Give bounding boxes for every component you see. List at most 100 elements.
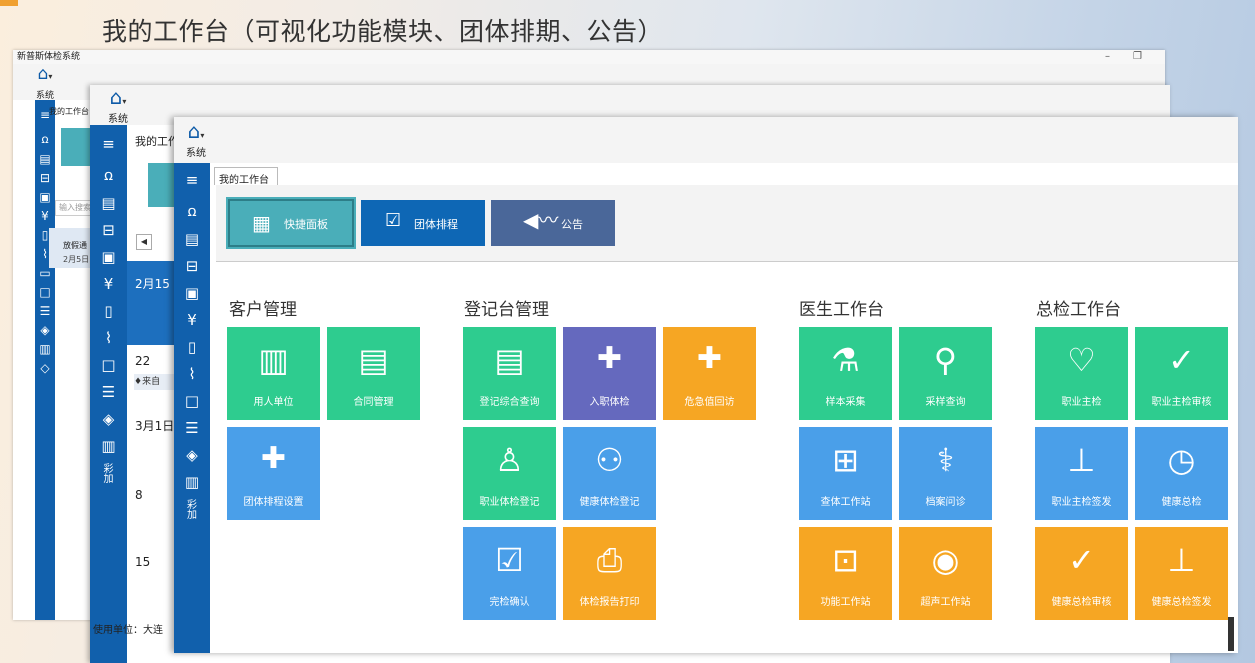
tile-label: 职业主检 bbox=[1061, 397, 1102, 408]
tile-exam-station[interactable]: ⊞ 查体工作站 bbox=[799, 427, 892, 520]
screen-icon[interactable]: □ bbox=[174, 392, 210, 410]
flask-icon: ⚗ bbox=[831, 341, 860, 379]
yuan-icon[interactable]: ¥ bbox=[174, 311, 210, 329]
tile-health-registration[interactable]: ⚇ 健康体检登记 bbox=[563, 427, 656, 520]
quick-panel-button-back[interactable] bbox=[61, 128, 91, 166]
sidebar-middle: ≡ ꭥ ▤ ⊟ ▣ ¥ ▯ ⌇ □ ☰ ◈ ▥ 彩 加 bbox=[90, 125, 127, 663]
scrollbar-thumb[interactable] bbox=[1228, 617, 1234, 651]
tile-health-main-review[interactable]: ✓ 健康总检审核 bbox=[1035, 527, 1128, 620]
tile-exam-completion[interactable]: ☑ 完检确认 bbox=[463, 527, 556, 620]
id-card-icon[interactable]: ▭ bbox=[35, 266, 55, 280]
monitor-icon[interactable]: ▣ bbox=[174, 284, 210, 302]
bar-chart-icon[interactable]: ▥ bbox=[90, 437, 127, 455]
tile-health-main-sign[interactable]: ⊥ 健康总检签发 bbox=[1135, 527, 1228, 620]
tile-critical-value-followup[interactable]: ✚ 危急值回访 bbox=[663, 327, 756, 420]
tile-label: 危急值回访 bbox=[684, 397, 735, 408]
tile-sample-collection[interactable]: ⚗ 样本采集 bbox=[799, 327, 892, 420]
quick-panel-label: 快捷面板 bbox=[284, 218, 328, 231]
shield-icon[interactable]: ◈ bbox=[90, 410, 127, 428]
screen-icon[interactable]: □ bbox=[35, 285, 55, 299]
tile-entry-exam[interactable]: ✚ 入职体检 bbox=[563, 327, 656, 420]
calendar-date: 2月15 bbox=[135, 277, 170, 291]
users-icon[interactable]: ꭥ bbox=[35, 130, 55, 147]
pulse-icon[interactable]: ⌇ bbox=[174, 365, 210, 383]
grid-icon: ▦ bbox=[252, 211, 271, 235]
notice-button[interactable]: ◀〰 公告 bbox=[491, 200, 615, 246]
collapse-icon[interactable]: 彩 加 bbox=[174, 501, 210, 521]
server-icon[interactable]: ☰ bbox=[174, 419, 210, 437]
book-icon[interactable]: ▯ bbox=[90, 302, 127, 320]
shield-icon[interactable]: ◈ bbox=[35, 323, 55, 337]
clipboard-icon[interactable]: ▤ bbox=[90, 194, 127, 212]
book-icon[interactable]: ▯ bbox=[174, 338, 210, 356]
users-icon[interactable]: ꭥ bbox=[174, 201, 210, 221]
bar-chart-icon[interactable]: ▥ bbox=[174, 473, 210, 491]
tile-occupational-main-sign[interactable]: ⊥ 职业主检签发 bbox=[1035, 427, 1128, 520]
tab-my-workbench-back[interactable]: 我的工作台 bbox=[49, 106, 89, 117]
quick-panel-button[interactable]: ▦ 快捷面板 bbox=[226, 197, 356, 249]
group-schedule-button[interactable]: ☑ 团体排程 bbox=[361, 200, 485, 246]
group-schedule-label: 团体排程 bbox=[414, 218, 458, 231]
shield-icon[interactable]: ◈ bbox=[174, 446, 210, 464]
menu-icon[interactable]: ≡ bbox=[174, 171, 210, 189]
register-icon[interactable]: ⊟ bbox=[90, 221, 127, 239]
server-icon[interactable]: ☰ bbox=[35, 304, 55, 318]
tile-group-schedule-settings[interactable]: ✚ 团体排程设置 bbox=[227, 427, 320, 520]
yuan-icon[interactable]: ¥ bbox=[35, 209, 55, 223]
restore-button[interactable]: ❐ bbox=[1133, 50, 1142, 64]
sidebar-front: ≡ ꭥ ▤ ⊟ ▣ ¥ ▯ ⌇ □ ☰ ◈ ▥ 彩 加 bbox=[174, 163, 210, 653]
calendar-date: 3月1日 bbox=[135, 419, 175, 433]
system-menu-button-middle[interactable]: ⌂▾ 系统 bbox=[100, 87, 136, 126]
menu-icon[interactable]: ≡ bbox=[90, 135, 127, 153]
tile-label: 健康总检签发 bbox=[1151, 597, 1212, 608]
bar-chart-icon[interactable]: ▥ bbox=[35, 342, 55, 356]
stethoscope-icon: ⚕ bbox=[936, 441, 955, 479]
minimize-button[interactable]: – bbox=[1105, 50, 1110, 64]
tile-registration-query[interactable]: ▤ 登记综合查询 bbox=[463, 327, 556, 420]
tab-my-workbench[interactable]: 我的工作台 bbox=[214, 167, 278, 186]
tile-label: 职业主检审核 bbox=[1151, 397, 1212, 408]
window-titlebar: 新普斯体检系统 – ❐ bbox=[13, 50, 1165, 64]
tile-employer[interactable]: ▥ 用人单位 bbox=[227, 327, 320, 420]
clipboard-icon[interactable]: ▤ bbox=[174, 230, 210, 248]
diamond-icon[interactable]: ◇ bbox=[35, 361, 55, 375]
register-icon[interactable]: ⊟ bbox=[174, 257, 210, 275]
tile-label: 健康总检审核 bbox=[1051, 597, 1112, 608]
tile-label: 健康总检 bbox=[1161, 497, 1202, 508]
tile-occupational-main-review[interactable]: ✓ 职业主检审核 bbox=[1135, 327, 1228, 420]
tile-occupational-registration[interactable]: ♙ 职业体检登记 bbox=[463, 427, 556, 520]
monitor-icon[interactable]: ▣ bbox=[90, 248, 127, 266]
monitor-icon[interactable]: ▣ bbox=[35, 190, 55, 204]
register-icon[interactable]: ⊟ bbox=[35, 171, 55, 185]
footer-text: 使用单位：大连 bbox=[93, 625, 163, 636]
clipboard-icon[interactable]: ▤ bbox=[35, 152, 55, 166]
tile-sample-query[interactable]: ⚲ 采样查询 bbox=[899, 327, 992, 420]
prev-arrow-icon[interactable]: ◀ bbox=[136, 234, 152, 250]
ribbon-front bbox=[174, 117, 1238, 163]
notice-label: 公告 bbox=[561, 218, 583, 231]
tile-report-print[interactable]: ⎙ 体检报告打印 bbox=[563, 527, 656, 620]
clipboard-stamp-icon: ⊥ bbox=[1067, 441, 1096, 479]
worker-icon: ♙ bbox=[495, 441, 524, 479]
users-icon[interactable]: ꭥ bbox=[90, 165, 127, 185]
system-menu-button[interactable]: ⌂▾ 系统 bbox=[27, 66, 63, 102]
monitor-icon: ⊡ bbox=[832, 541, 859, 579]
tile-label: 查体工作站 bbox=[820, 497, 871, 508]
tile-occupational-main-check[interactable]: ♡ 职业主检 bbox=[1035, 327, 1128, 420]
collapse-icon[interactable]: 彩 加 bbox=[90, 465, 127, 485]
tile-health-main-check[interactable]: ◷ 健康总检 bbox=[1135, 427, 1228, 520]
pulse-icon[interactable]: ⌇ bbox=[90, 329, 127, 347]
calendar-icon: ☑ bbox=[385, 210, 402, 231]
server-icon[interactable]: ☰ bbox=[90, 383, 127, 401]
tile-function-station[interactable]: ⊡ 功能工作站 bbox=[799, 527, 892, 620]
tile-archive-consultation[interactable]: ⚕ 档案问诊 bbox=[899, 427, 992, 520]
system-menu-button-front[interactable]: ⌂▾ 系统 bbox=[176, 121, 216, 160]
tile-label: 团体排程设置 bbox=[243, 497, 304, 508]
calendar-event[interactable]: ♦来自 bbox=[134, 374, 176, 390]
tile-contract[interactable]: ▤ 合同管理 bbox=[327, 327, 420, 420]
sidebar-back: ≡ ꭥ ▤ ⊟ ▣ ¥ ▯ ⌇ ▭ □ ☰ ◈ ▥ ◇ bbox=[35, 100, 55, 620]
yuan-icon[interactable]: ¥ bbox=[90, 275, 127, 293]
screen-icon[interactable]: □ bbox=[90, 356, 127, 374]
tile-ultrasound-station[interactable]: ◉ 超声工作站 bbox=[899, 527, 992, 620]
app-window-front: ⌂▾ 系统 ≡ ꭥ ▤ ⊟ ▣ ¥ ▯ ⌇ □ ☰ ◈ ▥ 彩 加 我的工作台 … bbox=[174, 117, 1238, 653]
